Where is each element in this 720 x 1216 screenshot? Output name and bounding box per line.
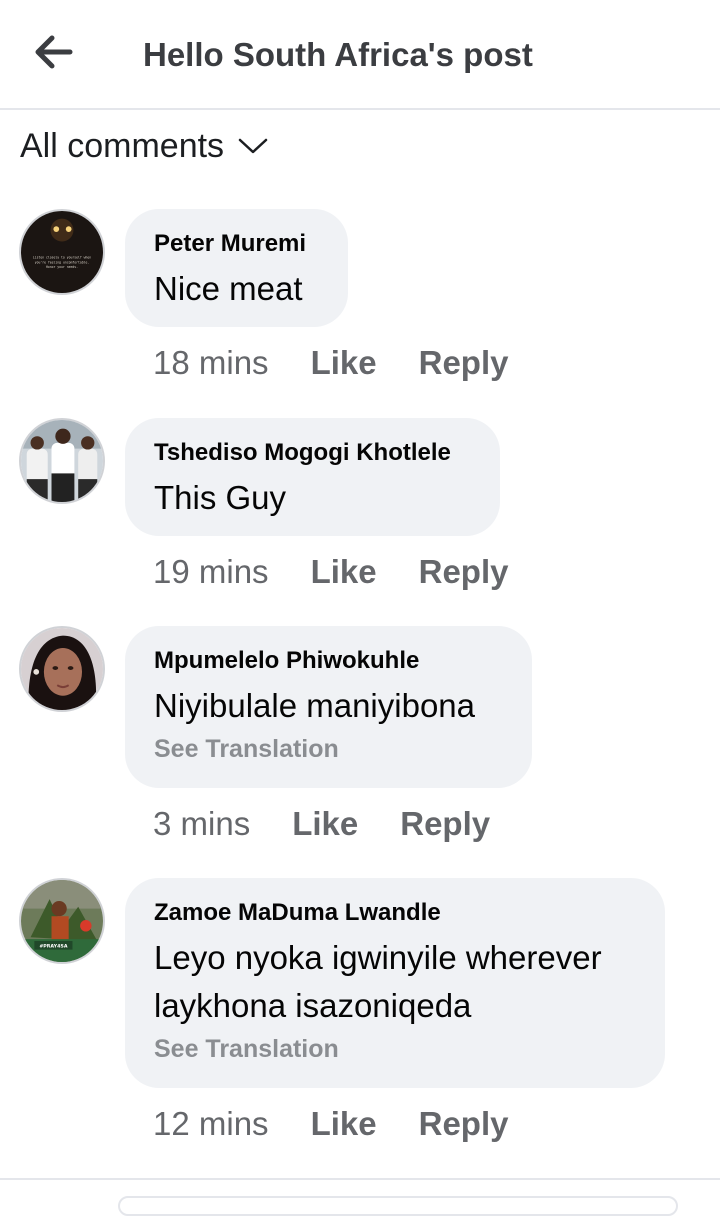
- page-title: Hello South Africa's post: [143, 36, 533, 73]
- see-translation-link[interactable]: See Translation: [154, 734, 502, 764]
- avatar[interactable]: Listen closely to yourself when you're f…: [19, 209, 105, 295]
- comment-timestamp[interactable]: 19 mins: [153, 553, 269, 591]
- comment-text-line-2: laykhona isazoniqeda: [154, 987, 472, 1024]
- comment-bubble[interactable]: Zamoe MaDuma Lwandle Leyo nyoka igwinyil…: [125, 878, 665, 1088]
- avatar[interactable]: [19, 626, 105, 712]
- comment-author[interactable]: Mpumelelo Phiwokuhle: [154, 646, 502, 676]
- comment-actions: 18 mins Like Reply: [153, 344, 508, 382]
- comments-filter-label: All comments: [20, 126, 225, 165]
- top-bar: Hello South Africa's post: [0, 0, 720, 110]
- comment-timestamp[interactable]: 3 mins: [153, 805, 250, 843]
- see-translation-link[interactable]: See Translation: [154, 1034, 635, 1064]
- reply-button[interactable]: Reply: [419, 1105, 509, 1143]
- comments-filter-dropdown[interactable]: All comments: [20, 124, 268, 168]
- comment-actions: 12 mins Like Reply: [153, 1105, 508, 1143]
- avatar-caption-line-3: Honor your needs.: [46, 265, 78, 269]
- comment-text: This Guy: [154, 479, 287, 516]
- divider: [0, 1178, 720, 1180]
- comment-actions: 19 mins Like Reply: [153, 553, 508, 591]
- like-button[interactable]: Like: [311, 344, 377, 382]
- comment-bubble[interactable]: Peter Muremi Nice meat: [125, 209, 348, 327]
- chevron-down-icon: [238, 138, 268, 154]
- reply-button[interactable]: Reply: [419, 553, 509, 591]
- comment-text: Nice meat: [154, 270, 303, 307]
- comment-bubble[interactable]: Mpumelelo Phiwokuhle Niyibulale maniyibo…: [125, 626, 532, 788]
- comment-timestamp[interactable]: 18 mins: [153, 344, 269, 382]
- avatar-caption-line-2: you're feeling uncomfortable.: [35, 260, 90, 264]
- avatar-badge-text: #PRAY4SA: [39, 944, 68, 950]
- comment-timestamp[interactable]: 12 mins: [153, 1105, 269, 1143]
- back-arrow-icon[interactable]: [34, 34, 74, 70]
- like-button[interactable]: Like: [311, 553, 377, 591]
- comment-text-line-1: Leyo nyoka igwinyile wherever: [154, 939, 602, 976]
- reply-button[interactable]: Reply: [400, 805, 490, 843]
- comment-actions: 3 mins Like Reply: [153, 805, 490, 843]
- comment-author[interactable]: Zamoe MaDuma Lwandle: [154, 898, 635, 928]
- like-button[interactable]: Like: [311, 1105, 377, 1143]
- like-button[interactable]: Like: [292, 805, 358, 843]
- avatar[interactable]: #PRAY4SA: [19, 878, 105, 964]
- comment-author[interactable]: Peter Muremi: [154, 229, 318, 259]
- reply-button[interactable]: Reply: [419, 344, 509, 382]
- comment-text: Niyibulale maniyibona: [154, 687, 476, 724]
- comment-composer-input[interactable]: [118, 1196, 678, 1216]
- avatar[interactable]: [19, 418, 105, 504]
- comment-author[interactable]: Tshediso Mogogi Khotlele: [154, 438, 470, 468]
- avatar-caption-line-1: Listen closely to yourself when: [33, 256, 91, 260]
- comment-bubble[interactable]: Tshediso Mogogi Khotlele This Guy: [125, 418, 500, 536]
